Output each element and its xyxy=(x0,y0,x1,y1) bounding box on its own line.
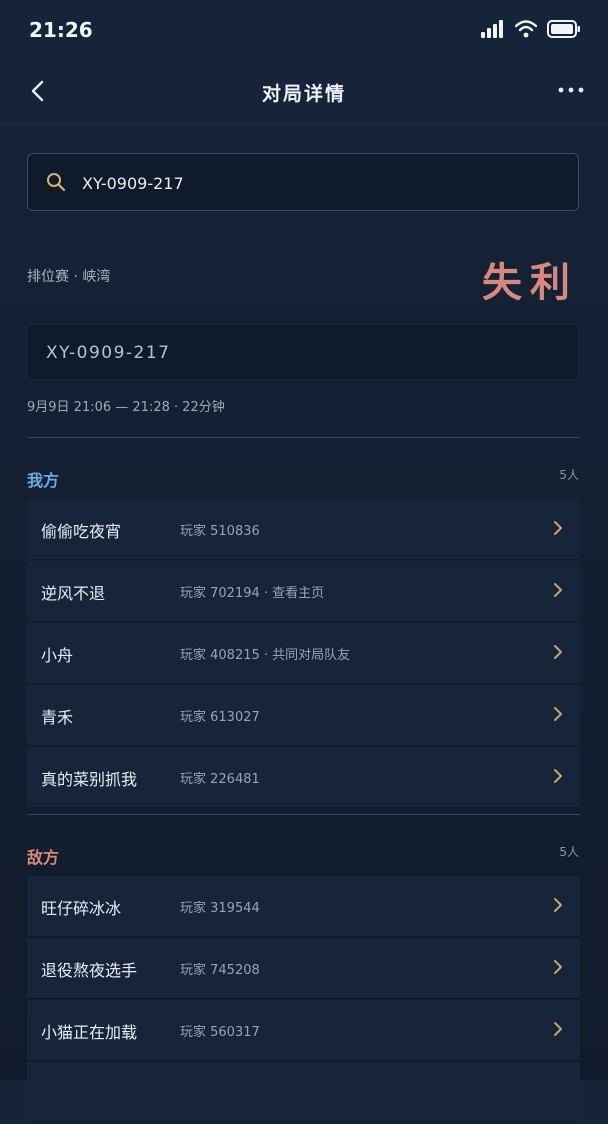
enemy-section-title: 敌方 xyxy=(27,848,60,867)
match-id-box: XY-0909-217 xyxy=(27,324,579,380)
list-item[interactable]: 退役熬夜选手 玩家 745208 xyxy=(27,938,580,999)
chevron-right-icon xyxy=(554,1022,562,1036)
match-result: 失利 xyxy=(482,260,578,306)
list-item[interactable]: 小猫正在加载 玩家 560317 xyxy=(27,1000,580,1061)
player-info: 玩家 408215 · 共同对局队友 xyxy=(180,648,351,663)
player-name: 旺仔碎冰冰 xyxy=(41,899,122,918)
search-input[interactable] xyxy=(80,154,564,212)
chevron-right-icon xyxy=(554,707,562,721)
player-info: 玩家 319544 xyxy=(180,901,260,916)
list-item[interactable]: 偷偷吃夜宵 玩家 510836 xyxy=(27,499,580,560)
page-title: 对局详情 xyxy=(261,83,346,105)
ally-section-title: 我方 xyxy=(27,471,60,490)
player-name: 偷偷吃夜宵 xyxy=(41,522,122,541)
player-info: 玩家 510836 xyxy=(180,524,260,539)
player-name: 真的菜别抓我 xyxy=(41,770,138,789)
chevron-right-icon xyxy=(554,583,562,597)
chevron-right-icon xyxy=(554,898,562,912)
ally-list: 偷偷吃夜宵 玩家 510836 逆风不退 玩家 702194 · 查看主页 小舟… xyxy=(27,499,580,809)
wifi-icon xyxy=(515,20,537,38)
chevron-right-icon xyxy=(554,521,562,535)
status-time: 21:26 xyxy=(29,18,93,42)
search-icon xyxy=(47,173,66,192)
player-name: 小猫正在加载 xyxy=(41,1023,138,1042)
chevron-right-icon xyxy=(554,769,562,783)
player-info: 玩家 226481 xyxy=(180,772,260,787)
match-mode: 排位赛 · 峡湾 xyxy=(27,269,111,285)
player-name: 退役熬夜选手 xyxy=(41,961,138,980)
player-name: 青禾 xyxy=(41,708,74,727)
status-bar: 21:26 xyxy=(0,0,608,60)
chevron-right-icon xyxy=(554,645,562,659)
chevron-right-icon xyxy=(554,960,562,974)
list-item[interactable]: 逆风不退 玩家 702194 · 查看主页 xyxy=(27,561,580,622)
search-box[interactable] xyxy=(27,153,579,212)
list-item[interactable]: 小舟 玩家 408215 · 共同对局队友 xyxy=(27,623,580,684)
enemy-count: 5人 xyxy=(559,845,579,859)
player-info: 玩家 745208 xyxy=(180,963,260,978)
ally-count: 5人 xyxy=(559,468,579,482)
list-item[interactable]: 旺仔碎冰冰 玩家 319544 xyxy=(27,876,580,937)
player-info: 玩家 702194 · 查看主页 xyxy=(180,586,325,601)
player-name: 小舟 xyxy=(41,646,74,665)
divider xyxy=(27,814,580,815)
more-icon[interactable] xyxy=(556,78,586,102)
battery-icon xyxy=(547,20,580,38)
match-datetime: 9月9日 21:06 — 21:28 · 22分钟 xyxy=(27,400,225,415)
enemy-list: 旺仔碎冰冰 玩家 319544 退役熬夜选手 玩家 745208 小猫正在加载 … xyxy=(27,876,580,1124)
match-id: XY-0909-217 xyxy=(46,343,171,363)
list-item[interactable]: 真的菜别抓我 玩家 226481 xyxy=(27,747,580,808)
list-item[interactable]: 青禾 玩家 613027 xyxy=(27,685,580,746)
status-icons xyxy=(481,20,581,38)
nav-bar: 对局详情 xyxy=(0,60,608,125)
signal-icon xyxy=(481,20,503,38)
divider xyxy=(27,437,580,438)
list-item-partial[interactable] xyxy=(27,1062,580,1123)
player-info: 玩家 560317 xyxy=(180,1025,260,1040)
player-info: 玩家 613027 xyxy=(180,710,260,725)
player-name: 逆风不退 xyxy=(41,584,106,603)
